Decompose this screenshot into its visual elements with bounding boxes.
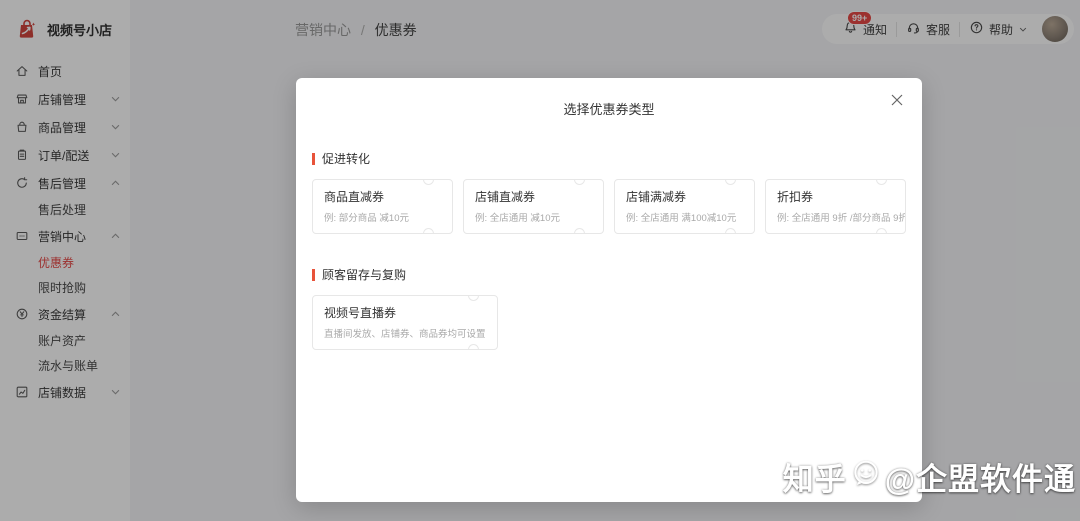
modal-body: 促进转化 商品直减券 例: 部分商品 减10元 店铺直减券 例: 全店通用 减1… xyxy=(296,150,922,350)
coupon-card-desc: 例: 全店通用 满100减10元 xyxy=(626,213,737,224)
section-header-conversion: 促进转化 xyxy=(312,150,906,167)
coupon-card-title: 店铺满减券 xyxy=(626,190,687,204)
section-accent-bar xyxy=(312,152,315,165)
coupon-card-product-direct-discount[interactable]: 商品直减券 例: 部分商品 减10元 xyxy=(312,179,453,234)
coupon-card-desc: 例: 全店通用 9折 /部分商品 9折 xyxy=(777,213,906,224)
close-icon xyxy=(891,93,903,111)
coupon-card-percentage-discount[interactable]: 折扣券 例: 全店通用 9折 /部分商品 9折 xyxy=(765,179,906,234)
coupon-card-livestream-coupon[interactable]: 视频号直播券 直播间发放、店铺券、商品券均可设置 xyxy=(312,295,498,350)
section-header-retention: 顾客留存与复购 xyxy=(312,266,906,283)
coupon-card-shop-direct-discount[interactable]: 店铺直减券 例: 全店通用 减10元 xyxy=(463,179,604,234)
coupon-card-title: 店铺直减券 xyxy=(475,190,536,204)
coupon-card-desc: 例: 全店通用 减10元 xyxy=(475,213,560,224)
coupon-type-modal: 选择优惠券类型 促进转化 商品直减券 例: 部分商品 减10元 店铺直减券 例:… xyxy=(296,78,922,502)
section-title: 促进转化 xyxy=(322,152,371,166)
close-button[interactable] xyxy=(888,93,906,111)
coupon-card-row: 商品直减券 例: 部分商品 减10元 店铺直减券 例: 全店通用 减10元 店铺… xyxy=(312,179,906,234)
coupon-card-title: 商品直减券 xyxy=(324,190,385,204)
coupon-card-row: 视频号直播券 直播间发放、店铺券、商品券均可设置 xyxy=(312,295,906,350)
coupon-card-title: 折扣券 xyxy=(777,190,814,204)
coupon-card-desc: 例: 部分商品 减10元 xyxy=(324,213,409,224)
section-title: 顾客留存与复购 xyxy=(322,268,407,282)
section-accent-bar xyxy=(312,268,315,281)
coupon-card-title: 视频号直播券 xyxy=(324,306,397,320)
coupon-card-desc: 直播间发放、店铺券、商品券均可设置 xyxy=(324,329,486,340)
coupon-card-shop-threshold-discount[interactable]: 店铺满减券 例: 全店通用 满100减10元 xyxy=(614,179,755,234)
modal-title: 选择优惠券类型 xyxy=(563,102,655,117)
page: 视频号小店 首页 店铺管理 商品管理 订单/配送 售后管理 售后处理 营销中心 … xyxy=(0,0,1080,521)
